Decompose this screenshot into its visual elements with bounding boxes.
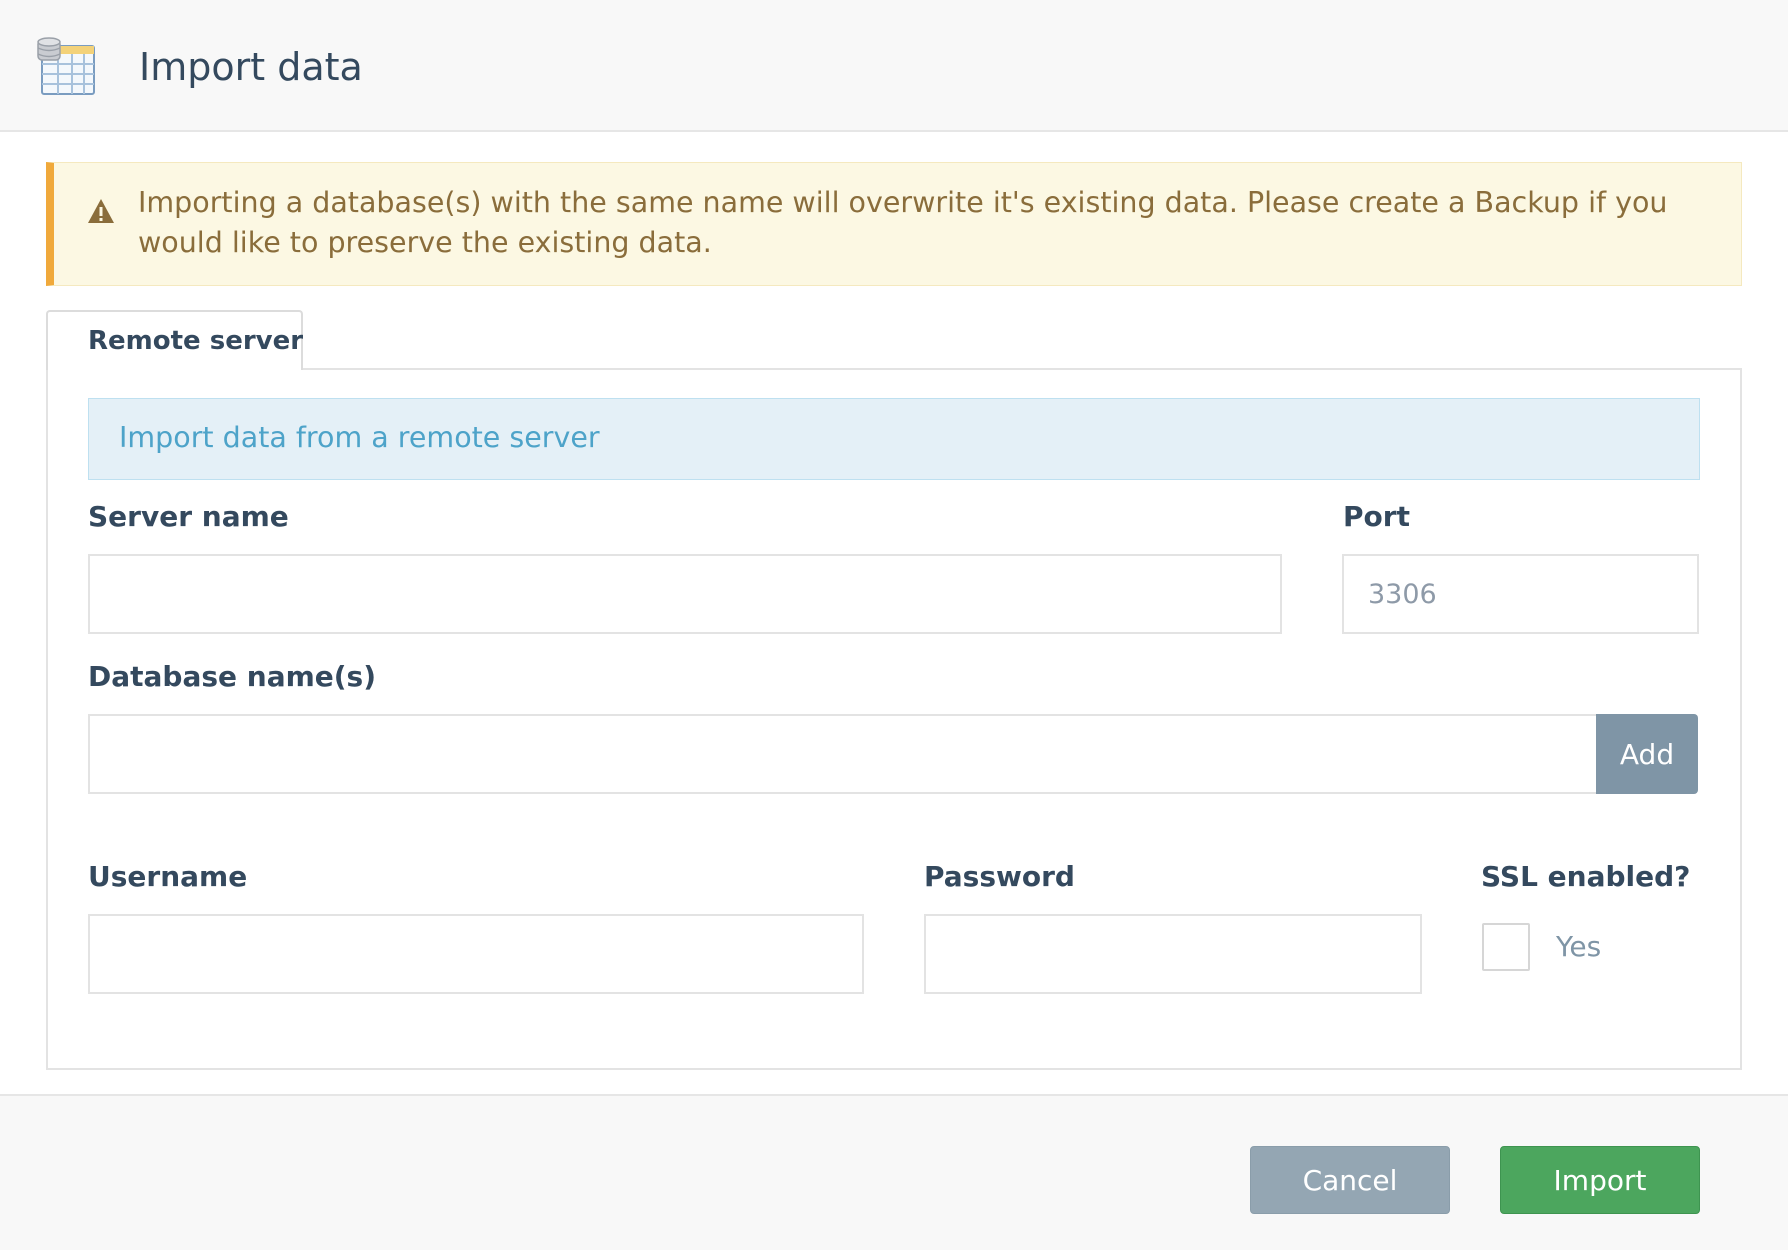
warning-message: Importing a database(s) with the same na… — [138, 186, 1668, 259]
password-label: Password — [924, 860, 1075, 893]
database-names-input[interactable] — [88, 714, 1598, 794]
ssl-enabled-label: SSL enabled? — [1481, 860, 1691, 893]
import-data-dialog: Import data Importing a database(s) with… — [0, 0, 1788, 1250]
warning-alert: Importing a database(s) with the same na… — [46, 162, 1742, 286]
port-label: Port — [1343, 500, 1410, 533]
info-message: Import data from a remote server — [119, 421, 600, 454]
tab-label: Remote server — [88, 326, 304, 356]
server-name-label: Server name — [88, 500, 289, 533]
ssl-checkbox[interactable] — [1482, 923, 1530, 971]
warning-triangle-icon — [88, 199, 114, 223]
port-input[interactable] — [1342, 554, 1699, 634]
server-name-input[interactable] — [88, 554, 1282, 634]
tab-remote-server[interactable]: Remote server — [46, 310, 303, 370]
import-button[interactable]: Import — [1500, 1146, 1700, 1214]
info-banner: Import data from a remote server — [88, 398, 1700, 480]
database-table-icon — [37, 37, 95, 95]
username-input[interactable] — [88, 914, 864, 994]
cancel-button[interactable]: Cancel — [1250, 1146, 1450, 1214]
username-label: Username — [88, 860, 248, 893]
dialog-title: Import data — [139, 45, 363, 89]
password-input[interactable] — [924, 914, 1422, 994]
ssl-option-label[interactable]: Yes — [1556, 930, 1601, 963]
database-names-label: Database name(s) — [88, 660, 377, 693]
dialog-header: Import data — [0, 0, 1788, 132]
add-database-button[interactable]: Add — [1596, 714, 1698, 794]
